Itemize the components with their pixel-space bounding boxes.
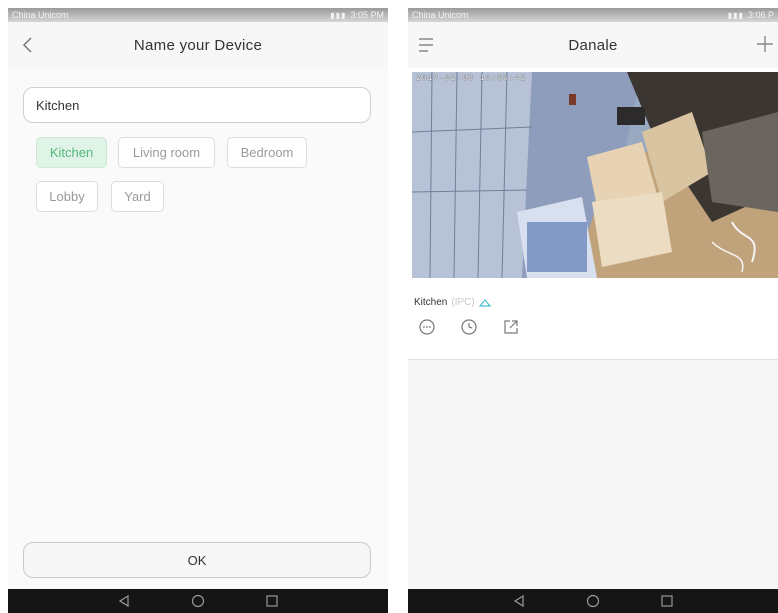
clock-label: 3:05 PM	[350, 10, 384, 20]
camera-timestamp: 2017-02-08 15:06:42	[416, 74, 527, 83]
warehouse-camera-image	[412, 72, 778, 278]
circle-home-icon[interactable]	[191, 594, 205, 608]
device-name-input[interactable]	[23, 87, 371, 123]
carrier-label: China Unicom	[12, 10, 69, 20]
device-info: Kitchen (IPC)	[414, 297, 491, 308]
status-bar: China Unicom ▮▮▮ 3:05 PM	[8, 8, 388, 22]
ok-button[interactable]: OK	[23, 542, 371, 578]
name-form: Kitchen Living room Bedroom Lobby Yard O…	[8, 68, 388, 589]
square-recent-icon[interactable]	[660, 594, 674, 608]
app-title: Danale	[568, 36, 618, 54]
device-name: Kitchen	[414, 297, 448, 308]
share-icon[interactable]	[502, 318, 520, 336]
system-navigation-bar	[408, 589, 778, 613]
circle-home-icon[interactable]	[586, 594, 600, 608]
hamburger-menu-icon[interactable]	[416, 35, 438, 55]
page-title: Name your Device	[133, 36, 263, 54]
triangle-back-icon[interactable]	[117, 594, 131, 608]
device-list-screen: China Unicom ▮▮▮ 3:06 P Danale 2017-02-0…	[408, 8, 778, 613]
clock-label: 3:06 P	[747, 10, 774, 20]
signal-wifi-battery-icon: ▮▮▮	[330, 10, 347, 20]
suggestion-chip-kitchen[interactable]: Kitchen	[36, 137, 107, 168]
message-icon[interactable]	[418, 318, 436, 336]
clock-icon[interactable]	[460, 318, 478, 336]
signal-wifi-battery-icon: ▮▮▮	[727, 10, 744, 20]
device-actions	[418, 318, 520, 336]
navigation-bar: Name your Device	[8, 22, 388, 68]
device-type: (IPC)	[451, 297, 475, 308]
status-bar: China Unicom ▮▮▮ 3:06 P	[408, 8, 778, 22]
cloud-icon	[478, 298, 491, 307]
suggestion-chip-bedroom[interactable]: Bedroom	[227, 137, 307, 168]
suggestion-chip-lobby[interactable]: Lobby	[36, 181, 98, 212]
suggestion-chip-yard[interactable]: Yard	[111, 181, 164, 212]
system-navigation-bar	[8, 589, 388, 613]
status-indicators: ▮▮▮ 3:06 P	[728, 10, 774, 20]
carrier-label: China Unicom	[412, 10, 469, 20]
name-device-screen: China Unicom ▮▮▮ 3:05 PM Name your Devic…	[8, 8, 388, 613]
suggestion-chip-living-room[interactable]: Living room	[118, 137, 215, 168]
device-list: 2017-02-08 15:06:42 Kitchen (IPC)	[408, 68, 778, 589]
device-card: 2017-02-08 15:06:42 Kitchen (IPC)	[408, 68, 778, 360]
status-indicators: ▮▮▮ 3:05 PM	[330, 10, 384, 20]
camera-preview[interactable]: 2017-02-08 15:06:42	[412, 72, 778, 278]
plus-icon[interactable]	[754, 32, 776, 56]
square-recent-icon[interactable]	[265, 594, 279, 608]
chevron-left-icon[interactable]	[18, 34, 40, 56]
triangle-back-icon[interactable]	[512, 594, 526, 608]
navigation-bar: Danale	[408, 22, 778, 68]
